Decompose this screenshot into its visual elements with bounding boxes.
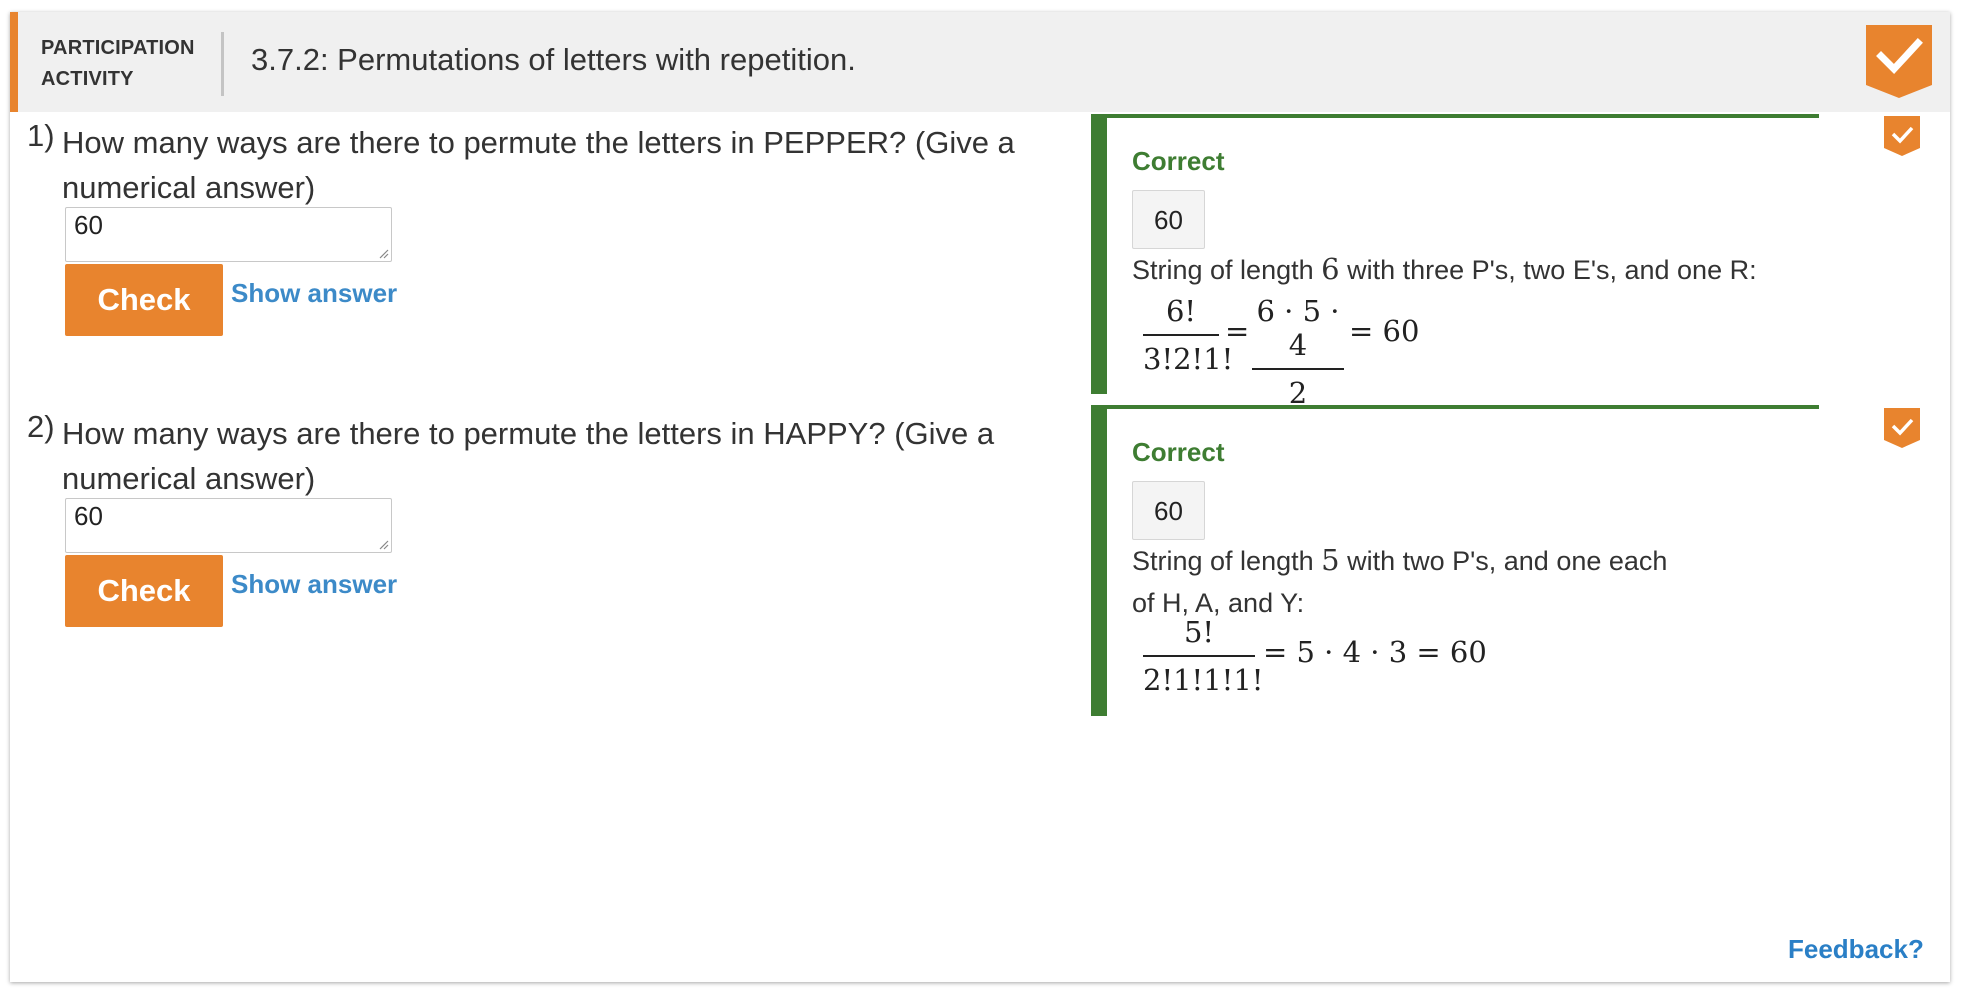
checkmark-icon: [1884, 116, 1920, 156]
feedback-link[interactable]: Feedback?: [1788, 934, 1924, 965]
fraction-bar: [1252, 368, 1344, 370]
activity-header: PARTICIPATION ACTIVITY 3.7.2: Permutatio…: [10, 12, 1950, 112]
question-text: How many ways are there to permute the l…: [62, 416, 995, 496]
explanation-text-tail: with three P's, two E's, and one R:: [1339, 255, 1757, 285]
explanation-variable: 6: [1321, 252, 1340, 286]
participation-activity-card: PARTICIPATION ACTIVITY 3.7.2: Permutatio…: [10, 12, 1950, 982]
check-button[interactable]: Check: [65, 555, 223, 627]
math-fraction: 6! 3!2!1!: [1143, 294, 1234, 376]
activity-type-line1: PARTICIPATION: [41, 37, 195, 59]
answer-input[interactable]: 60: [65, 207, 392, 262]
feedback-panel: Correct 60 String of length 5 with two P…: [1091, 405, 1819, 716]
fraction-denominator: 3!2!1!: [1143, 342, 1234, 376]
explanation-variable: 5: [1321, 543, 1340, 577]
check-button[interactable]: Check: [65, 264, 223, 336]
math-equals: =: [1225, 314, 1250, 348]
math-result: = 60: [1349, 314, 1420, 348]
checkmark-badge-icon: [1866, 25, 1932, 98]
answer-input-value: 60: [74, 210, 103, 240]
resize-grip-icon[interactable]: [377, 247, 389, 259]
fraction-numerator: 6 · 5 · 4: [1256, 294, 1340, 362]
math-fraction: 5! 2!1!1!1!: [1143, 615, 1264, 697]
feedback-answer-echo: 60: [1132, 481, 1205, 540]
explanation-text: String of length: [1132, 546, 1322, 576]
answer-input-value: 60: [74, 501, 103, 531]
feedback-explanation: String of length 5 with two P's, and one…: [1132, 539, 1692, 624]
show-answer-link[interactable]: Show answer: [231, 569, 397, 600]
activity-type-line2: ACTIVITY: [41, 68, 134, 90]
answer-input[interactable]: 60: [65, 498, 392, 553]
question-number: 1): [27, 118, 55, 153]
feedback-panel: Correct 60 String of length 6 with three…: [1091, 114, 1819, 410]
header-accent-stripe: [10, 12, 18, 112]
math-result: = 5 · 4 · 3 = 60: [1263, 635, 1487, 669]
feedback-explanation: String of length 6 with three P's, two E…: [1132, 248, 1832, 291]
fraction-bar: [1143, 655, 1255, 657]
fraction-numerator: 5!: [1183, 615, 1215, 649]
activity-type-label: PARTICIPATION ACTIVITY: [41, 33, 195, 95]
question-text: How many ways are there to permute the l…: [62, 125, 1015, 205]
question-number: 2): [27, 409, 55, 444]
checkmark-icon: [1884, 408, 1920, 448]
feedback-status: Correct: [1132, 146, 1225, 176]
math-fraction: 6 · 5 · 4 2: [1252, 294, 1344, 410]
resize-grip-icon[interactable]: [377, 538, 389, 550]
feedback-answer-echo: 60: [1132, 190, 1205, 249]
activity-title: 3.7.2: Permutations of letters with repe…: [251, 42, 856, 77]
fraction-numerator: 6!: [1165, 294, 1197, 328]
fraction-bar: [1143, 334, 1219, 336]
explanation-text: String of length: [1132, 255, 1322, 285]
header-divider: [221, 32, 224, 96]
fraction-denominator: 2!1!1!1!: [1143, 663, 1264, 697]
show-answer-link[interactable]: Show answer: [231, 278, 397, 309]
feedback-status: Correct: [1132, 437, 1225, 467]
